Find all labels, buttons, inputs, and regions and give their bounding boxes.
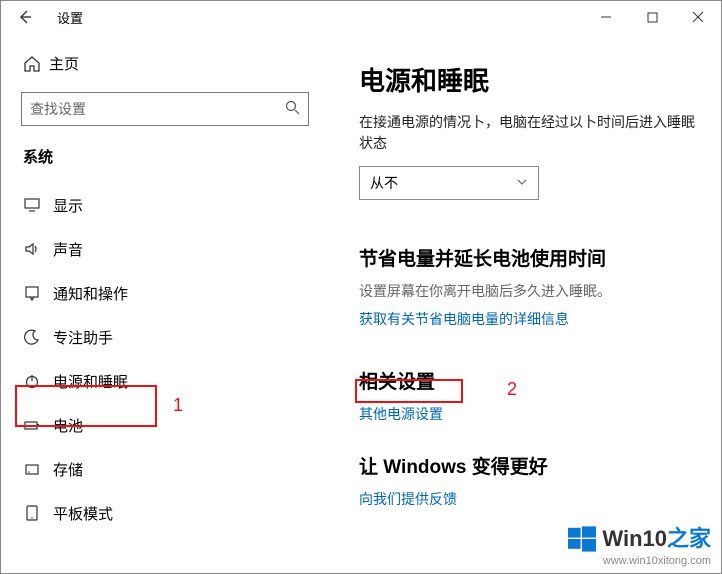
back-button[interactable] (11, 3, 39, 31)
sidebar-item-label: 显示 (53, 195, 83, 216)
minimize-button[interactable] (583, 1, 629, 33)
sidebar-item-label: 电源和睡眠 (53, 371, 128, 392)
window-title: 设置 (57, 8, 83, 27)
sidebar-group-header: 系统 (23, 146, 331, 167)
minimize-icon (600, 11, 612, 23)
tablet-icon (23, 504, 53, 522)
save-power-sub: 设置屏幕在你离开电脑后多久进入睡眠。 (359, 281, 697, 301)
storage-icon (23, 460, 53, 478)
sidebar-item-focus[interactable]: 专注助手 (21, 315, 331, 359)
close-icon (692, 11, 704, 23)
sidebar-item-display[interactable]: 显示 (21, 183, 331, 227)
sidebar-item-sound[interactable]: 声音 (21, 227, 331, 271)
home-icon (23, 55, 49, 73)
sidebar-item-label: 声音 (53, 239, 83, 260)
sidebar: 主页 系统 显示 声音 通知和操作 专注助手 电源和睡眠 (1, 33, 331, 573)
other-power-settings-link[interactable]: 其他电源设置 (359, 404, 443, 424)
sleep-description: 在接通电源的情况卜，电脑在经过以卜时间后进入睡眠状态 (359, 112, 697, 154)
search-input[interactable] (30, 101, 285, 117)
chevron-down-icon (516, 176, 528, 191)
battery-icon (23, 416, 53, 434)
sidebar-item-notifications[interactable]: 通知和操作 (21, 271, 331, 315)
sidebar-home-label: 主页 (49, 53, 79, 74)
search-icon (285, 100, 300, 119)
moon-icon (23, 328, 53, 346)
sidebar-item-label: 存储 (53, 459, 83, 480)
dropdown-value: 从不 (370, 173, 398, 193)
sidebar-home[interactable]: 主页 (21, 43, 331, 92)
sidebar-item-label: 通知和操作 (53, 283, 128, 304)
main-content: 电源和睡眠 在接通电源的情况卜，电脑在经过以卜时间后进入睡眠状态 从不 节省电量… (331, 33, 721, 573)
watermark: Win10之家 www.win10xitong.com (568, 521, 711, 567)
sidebar-item-label: 电池 (53, 415, 83, 436)
save-power-heading: 节省电量并延长电池使用时间 (359, 244, 697, 271)
page-title: 电源和睡眠 (359, 61, 697, 98)
power-icon (23, 372, 53, 390)
maximize-icon (647, 12, 658, 23)
annotation-label-2: 2 (507, 379, 517, 400)
speaker-icon (23, 240, 53, 258)
better-windows-heading: 让 Windows 变得更好 (359, 452, 697, 479)
watermark-brand: Win10之家 (602, 521, 711, 553)
search-input-container[interactable] (21, 92, 309, 126)
sidebar-item-label: 专注助手 (53, 327, 113, 348)
related-heading: 相关设置 (359, 367, 697, 394)
maximize-button[interactable] (629, 1, 675, 33)
sidebar-item-tablet[interactable]: 平板模式 (21, 491, 331, 535)
notification-icon (23, 284, 53, 302)
close-button[interactable] (675, 1, 721, 33)
sidebar-item-storage[interactable]: 存储 (21, 447, 331, 491)
feedback-link[interactable]: 向我们提供反馈 (359, 489, 457, 509)
windows-logo-icon (568, 525, 596, 553)
sleep-dropdown[interactable]: 从不 (359, 166, 539, 200)
arrow-left-icon (17, 9, 33, 25)
watermark-url: www.win10xitong.com (568, 555, 711, 567)
save-power-link[interactable]: 获取有关节省电脑电量的详细信息 (359, 309, 569, 329)
annotation-label-1: 1 (173, 395, 183, 416)
monitor-icon (23, 196, 53, 214)
sidebar-item-label: 平板模式 (53, 503, 113, 524)
